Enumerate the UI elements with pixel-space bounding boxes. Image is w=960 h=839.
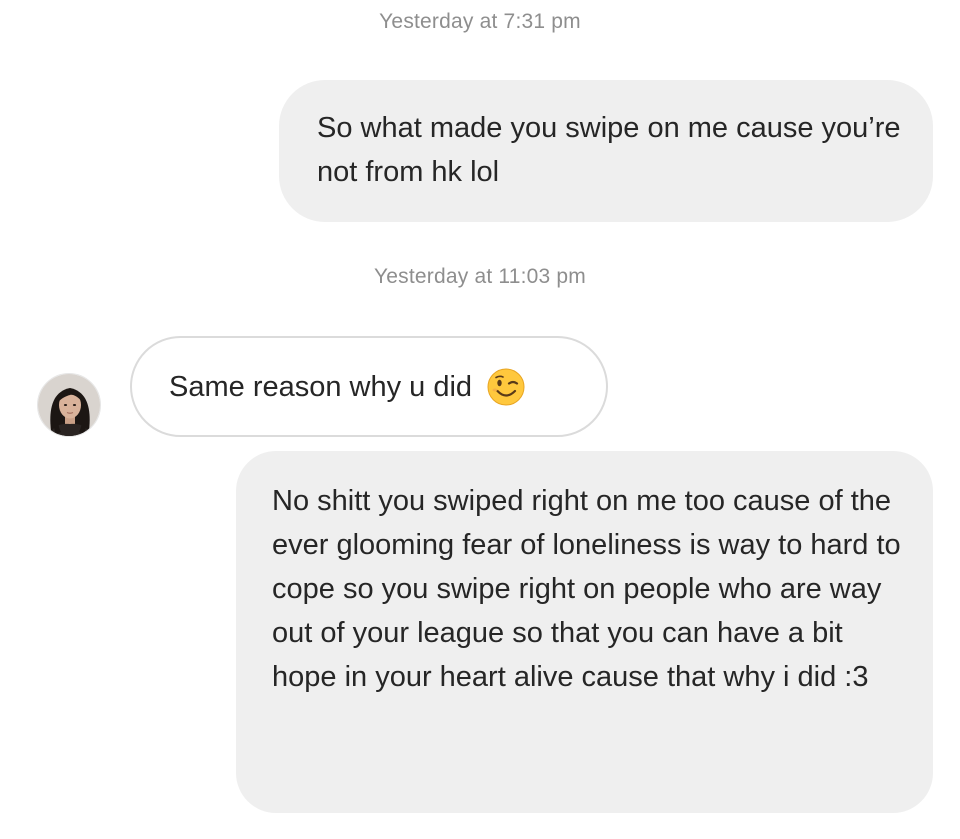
message-timestamp: Yesterday at 7:31 pm: [379, 10, 581, 33]
message-text: No shitt you swiped right on me too caus…: [272, 485, 901, 693]
message-timestamp: Yesterday at 11:03 pm: [373, 265, 586, 288]
avatar[interactable]: [37, 373, 101, 437]
outgoing-message-bubble[interactable]: No shitt you swiped right on me too caus…: [236, 451, 933, 813]
message-text: Same reason why u did: [169, 370, 473, 403]
outgoing-message-bubble[interactable]: So what made you swipe on me cause you’r…: [279, 80, 933, 222]
profile-photo: [38, 374, 100, 436]
message-text: So what made you swipe on me cause you’r…: [317, 112, 901, 188]
winking-face-icon: [486, 367, 526, 407]
incoming-message-bubble[interactable]: Same reason why u did: [130, 336, 608, 437]
